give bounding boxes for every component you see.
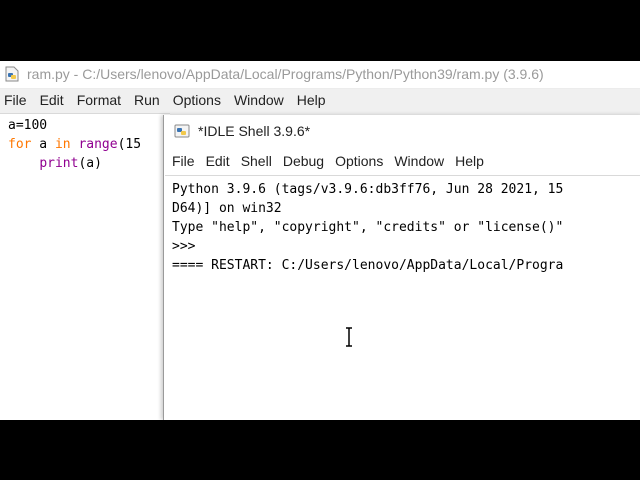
shell-menu-options[interactable]: Options <box>331 150 387 172</box>
shell-menu-help[interactable]: Help <box>451 150 488 172</box>
shell-output-area[interactable]: Python 3.9.6 (tags/v3.9.6:db3ff76, Jun 2… <box>165 175 640 420</box>
shell-menu-file[interactable]: File <box>168 150 199 172</box>
code-text: a <box>31 137 55 152</box>
idle-shell-window: *IDLE Shell 3.9.6* File Edit Shell Debug Opt… <box>163 115 640 420</box>
keyword-for: for <box>8 137 32 152</box>
editor-menu-window[interactable]: Window <box>230 89 288 111</box>
editor-menu-edit[interactable]: Edit <box>36 89 68 111</box>
python-idle-icon <box>174 124 190 138</box>
shell-menu-shell[interactable]: Shell <box>237 150 276 172</box>
builtin-print: print <box>39 156 79 171</box>
text-cursor-icon <box>346 327 352 347</box>
shell-restart-line: ==== RESTART: C:/Users/lenovo/AppData/Lo… <box>172 258 564 273</box>
shell-menu-debug[interactable]: Debug <box>279 150 328 172</box>
code-line-3: print(a) <box>8 156 102 171</box>
editor-menu-run[interactable]: Run <box>130 89 164 111</box>
shell-banner-line-2: D64)] on win32 <box>172 201 282 216</box>
shell-menu-window[interactable]: Window <box>390 150 448 172</box>
editor-menubar: File Edit Format Run Options Window Help <box>0 89 640 111</box>
desktop-screen: ram.py - C:/Users/lenovo/AppData/Local/P… <box>0 61 640 420</box>
keyword-in: in <box>54 137 71 152</box>
editor-menu-help[interactable]: Help <box>293 89 330 111</box>
code-text: (a) <box>78 156 102 171</box>
builtin-range: range <box>78 137 118 152</box>
code-line-2: for a in range(15 <box>8 137 141 152</box>
editor-titlebar[interactable]: ram.py - C:/Users/lenovo/AppData/Local/P… <box>0 61 640 89</box>
shell-prompt: >>> <box>172 239 196 254</box>
editor-menu-options[interactable]: Options <box>169 89 225 111</box>
python-file-icon <box>5 66 19 82</box>
editor-text-area[interactable]: a=100 for a in range(15 print(a) <box>0 113 170 420</box>
editor-menu-format[interactable]: Format <box>73 89 125 111</box>
editor-menu-file[interactable]: File <box>0 89 31 111</box>
code-line-1: a=100 <box>8 118 48 133</box>
code-block: a=100 for a in range(15 print(a) <box>8 116 141 173</box>
shell-banner-line-1: Python 3.9.6 (tags/v3.9.6:db3ff76, Jun 2… <box>172 182 564 197</box>
code-text: (15 <box>117 137 142 152</box>
shell-menubar: File Edit Shell Debug Options Window Help <box>168 150 491 172</box>
shell-banner-line-3: Type "help", "copyright", "credits" or "… <box>172 220 564 235</box>
shell-titlebar[interactable]: *IDLE Shell 3.9.6* <box>164 115 640 147</box>
editor-title: ram.py - C:/Users/lenovo/AppData/Local/P… <box>27 66 544 82</box>
shell-title: *IDLE Shell 3.9.6* <box>198 123 311 139</box>
shell-menu-edit[interactable]: Edit <box>202 150 234 172</box>
